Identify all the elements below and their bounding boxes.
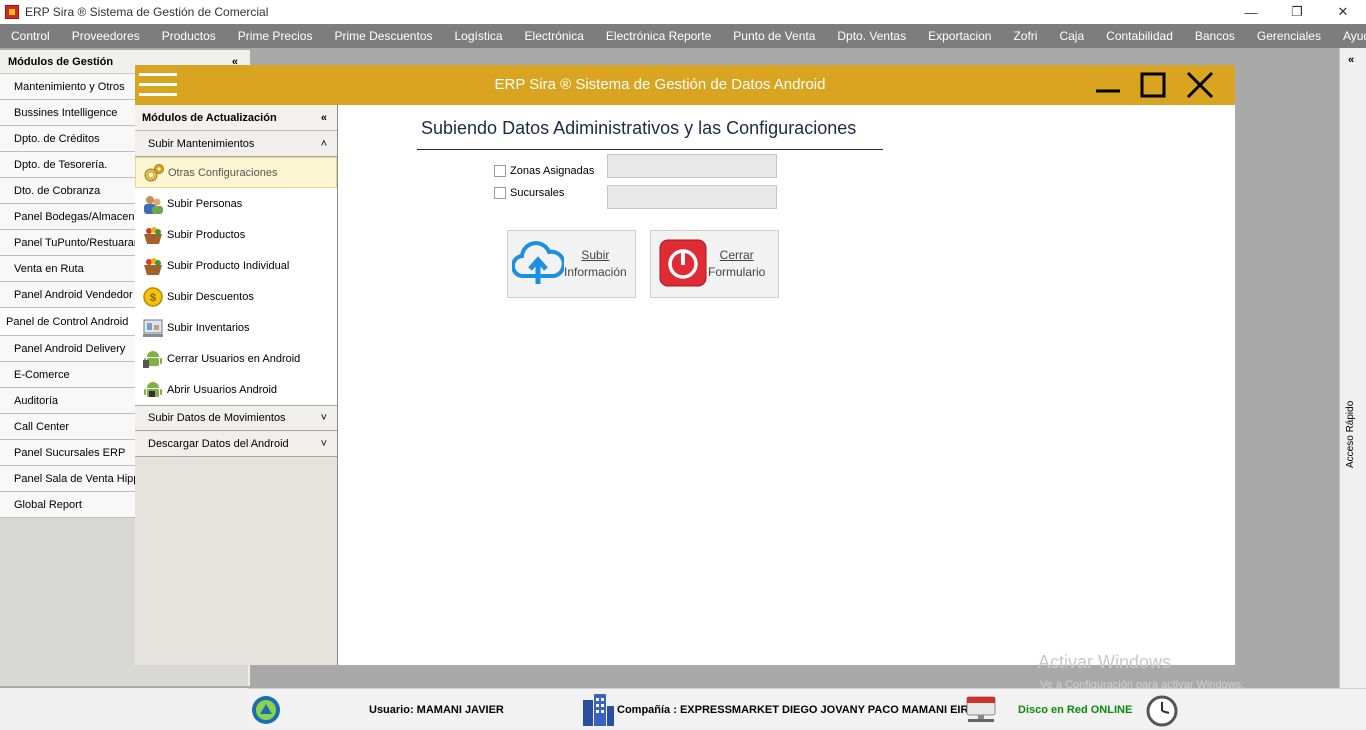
cloud-upload-icon [511, 238, 566, 291]
quick-access-label: Acceso Rápido [1345, 400, 1356, 468]
chevron-up-icon[interactable]: ˄ [321, 138, 327, 150]
menu-contabilidad[interactable]: Contabilidad [1095, 29, 1184, 43]
window-close-icon[interactable] [1184, 71, 1218, 99]
zonas-asignadas-row: Zonas Asignadas [494, 165, 594, 177]
group-subir-datos-movimientos[interactable]: Subir Datos de Movimientos ˅ [135, 405, 337, 431]
company-building-icon [581, 694, 615, 729]
app-title: ERP Sira ® Sistema de Gestión de Comerci… [25, 5, 269, 19]
expand-quick-access-icon[interactable]: « [1348, 54, 1354, 66]
menu-proveedores[interactable]: Proveedores [61, 29, 151, 43]
sidebar-item-label: Abrir Usuarios Android [167, 383, 278, 396]
group-label: Descargar Datos del Android [148, 437, 289, 450]
network-disk-icon [964, 693, 998, 728]
sidebar-item-label: Subir Personas [167, 197, 243, 210]
sidebar-item-abrir-usuarios-android[interactable]: Abrir Usuarios Android [135, 374, 337, 405]
sidebar-item-label: Subir Inventarios [167, 321, 250, 334]
menu-gerenciales[interactable]: Gerenciales [1246, 29, 1332, 43]
cerrar-formulario-button[interactable]: Cerrar Formulario [650, 230, 779, 298]
group-descargar-datos-android[interactable]: Descargar Datos del Android ˅ [135, 431, 337, 457]
menu-prime-descuentos[interactable]: Prime Descuentos [323, 29, 443, 43]
menu-prime-precios[interactable]: Prime Precios [227, 29, 324, 43]
power-off-icon [658, 238, 708, 291]
android-data-window: ERP Sira ® Sistema de Gestión de Datos A… [135, 65, 1235, 665]
sidebar-item-label: Cerrar Usuarios en Android [167, 352, 301, 365]
sidebar-item-label: Subir Descuentos [167, 290, 254, 303]
leftnav-title: Módulos de Gestión [8, 55, 114, 68]
zonas-asignadas-checkbox[interactable] [494, 165, 506, 177]
sidebar-item-label: Subir Productos [167, 228, 246, 241]
cerrar-formulario-label: Cerrar Formulario [708, 248, 766, 279]
status-company: Compañía : EXPRESSMARKET DIEGO JOVANY PA… [617, 704, 976, 716]
subir-informacion-button[interactable]: Subir Información [507, 230, 636, 298]
close-icon[interactable]: ✕ [1320, 0, 1366, 24]
menu-electronica-reporte[interactable]: Electrónica Reporte [595, 29, 722, 43]
quick-access-bar[interactable]: « Acceso Rápido [1339, 48, 1366, 688]
subir-informacion-label: Subir Información [564, 248, 627, 279]
basket-icon [141, 223, 165, 247]
window-minimize-icon[interactable] [1092, 71, 1126, 99]
menu-punto-de-venta[interactable]: Punto de Venta [722, 29, 826, 43]
sidebar-item-subir-personas[interactable]: Subir Personas [135, 188, 337, 219]
menu-ayuda[interactable]: Ayuda [1332, 29, 1366, 43]
sidebar-item-label: Otras Configuraciones [168, 166, 278, 179]
chevron-down-icon[interactable]: ˅ [321, 438, 327, 450]
modules-header: Módulos de Actualización « [135, 105, 337, 131]
people-icon [141, 192, 165, 216]
sidebar-item-subir-productos[interactable]: Subir Productos [135, 219, 337, 250]
status-bar: Usuario: MAMANI JAVIER Compañía : EXPRES… [248, 688, 1366, 728]
clock-icon [1146, 695, 1178, 730]
menu-caja[interactable]: Caja [1048, 29, 1095, 43]
update-modules-sidebar: Módulos de Actualización « Subir Manteni… [135, 105, 338, 665]
title-divider [417, 149, 883, 150]
sidebar-item-otras-configuraciones[interactable]: Otras Configuraciones [135, 157, 337, 188]
svg-text:$: $ [150, 292, 156, 304]
menu-logistica[interactable]: Logística [444, 29, 514, 43]
sucursales-checkbox[interactable] [494, 187, 506, 199]
group-label: Subir Datos de Movimientos [148, 412, 286, 424]
collapse-modules-icon[interactable]: « [321, 112, 327, 124]
group-label: Subir Mantenimientos [148, 137, 255, 150]
window-controls: — ❐ ✕ [1228, 0, 1366, 24]
main-menu-bar: Control Proveedores Productos Prime Prec… [0, 24, 1366, 48]
menu-exportacion[interactable]: Exportacion [917, 29, 1002, 43]
menu-productos[interactable]: Productos [151, 29, 227, 43]
menu-control[interactable]: Control [0, 29, 61, 43]
sucursales-field[interactable] [607, 185, 777, 209]
window-title: ERP Sira ® Sistema de Gestión de Datos A… [494, 76, 826, 93]
window-header: ERP Sira ® Sistema de Gestión de Datos A… [135, 65, 1235, 105]
menu-electronica[interactable]: Electrónica [514, 29, 595, 43]
menu-zofri[interactable]: Zofri [1002, 29, 1048, 43]
sucursales-row: Sucursales [494, 187, 564, 199]
status-user: Usuario: MAMANI JAVIER [369, 704, 504, 716]
inventory-icon [141, 316, 165, 340]
android-lock-icon [141, 378, 165, 402]
app-title-bar: ERP Sira ® Sistema de Gestión de Comerci… [0, 0, 1366, 24]
connection-status-icon [250, 694, 282, 729]
minimize-icon[interactable]: — [1228, 0, 1274, 24]
chevron-down-icon[interactable]: ˅ [321, 412, 327, 424]
sidebar-item-cerrar-usuarios-android[interactable]: Cerrar Usuarios en Android [135, 343, 337, 374]
activation-watermark-title: Activar Windows [1038, 652, 1172, 672]
gears-icon [142, 161, 166, 185]
restore-icon[interactable]: ❐ [1274, 0, 1320, 24]
sucursales-label: Sucursales [510, 187, 565, 199]
sidebar-item-subir-descuentos[interactable]: $ Subir Descuentos [135, 281, 337, 312]
menu-bancos[interactable]: Bancos [1184, 29, 1246, 43]
android-icon [141, 347, 165, 371]
form-title: Subiendo Datos Adiministrativos y las Co… [421, 118, 857, 138]
sidebar-item-subir-inventarios[interactable]: Subir Inventarios [135, 312, 337, 343]
zonas-asignadas-field[interactable] [607, 154, 777, 178]
status-network: Disco en Red ONLINE [1018, 704, 1133, 716]
basket-icon [141, 254, 165, 278]
window-maximize-icon[interactable] [1138, 71, 1172, 99]
app-logo-icon [5, 5, 19, 19]
sidebar-item-label: Subir Producto Individual [167, 259, 290, 272]
sidebar-item-subir-producto-individual[interactable]: Subir Producto Individual [135, 250, 337, 281]
menu-dpto-ventas[interactable]: Dpto. Ventas [826, 29, 917, 43]
zonas-asignadas-label: Zonas Asignadas [510, 165, 595, 177]
coin-icon: $ [141, 285, 165, 309]
modules-header-label: Módulos de Actualización [142, 111, 277, 124]
group-subir-mantenimientos[interactable]: Subir Mantenimientos ˄ [135, 131, 337, 157]
